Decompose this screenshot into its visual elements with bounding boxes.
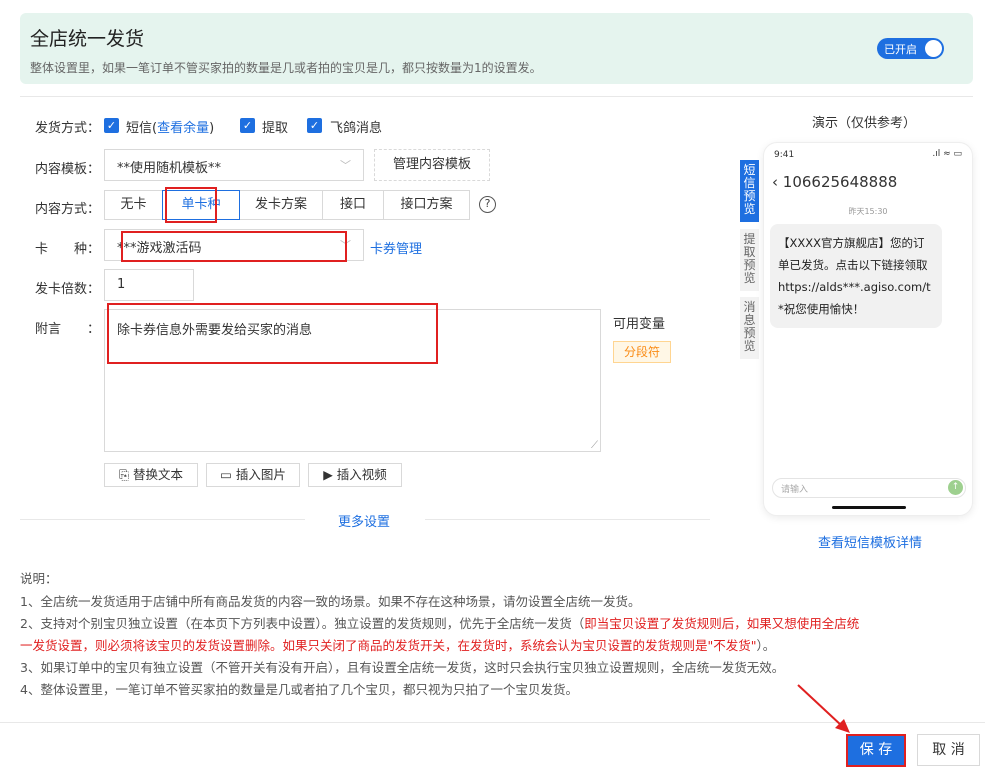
insert-image-button[interactable]: ▭ 插入图片 [206,463,300,487]
pickup-checkbox[interactable]: ✓ [240,118,255,133]
pickup-label: 提取 [262,121,289,136]
toggle-knob [925,40,942,57]
insert-image-label: 插入图片 [235,467,286,482]
phone-preview: 9:41 .ıl ≈ ▭ ‹ 106625648888 昨天15:30 【XXX… [763,142,973,516]
conversation-header: ‹ 106625648888 [772,173,897,191]
mode-no-card[interactable]: 无卡 [104,190,163,220]
insert-video-button[interactable]: ▶ 插入视频 [308,463,402,487]
multiple-input[interactable]: 1 [104,269,194,301]
resize-handle-icon[interactable]: ⟋ [591,440,598,451]
home-indicator [832,506,906,509]
separator-tag[interactable]: 分段符 [613,341,671,363]
sender-number: 106625648888 [782,173,898,191]
mode-card-plan[interactable]: 发卡方案 [239,190,323,220]
sms-label: 短信 [126,121,153,136]
note-line-4: 4、整体设置里，一笔订单不管买家拍的数量是几或者拍了几个宝贝，都只视为只拍了一个… [20,682,578,697]
image-icon: ▭ [220,467,236,482]
preview-title: 演示（仅供参考） [812,116,917,131]
note-line-3: 3、如果订单中的宝贝有独立设置（不管开关有没有开启），且有设置全店统一发货，这时… [20,660,785,675]
template-select[interactable]: **使用随机模板** ﹀ [104,149,364,181]
sms-option: 短信(查看余量) [126,117,214,136]
feige-label: 飞鸽消息 [330,121,383,136]
note-line-2-warning-cont: 一发货设置，则必须将该宝贝的发货设置删除。如果只关闭了商品的发货开关，在发货时，… [20,638,757,653]
note-label: 附言 ： [35,322,101,337]
divider [20,519,305,520]
note-line-2-end: ）。 [756,638,776,653]
highlight-box [121,231,347,262]
note-line-2-cont: 一发货设置，则必须将该宝贝的发货设置删除。如果只关闭了商品的发货开关，在发货时，… [20,635,775,656]
status-icons: .ıl ≈ ▭ [932,149,962,159]
enable-toggle[interactable]: 已开启 [877,38,944,59]
template-select-value: **使用随机模板** [117,161,222,176]
chevron-down-icon: ﹀ [340,159,351,172]
back-arrow-icon[interactable]: ‹ [772,173,783,191]
multiple-value: 1 [117,277,126,292]
video-icon: ▶ [323,467,337,482]
note-line-1: 1、全店统一发货适用于店铺中所有商品发货的内容一致的场景。如果不存在这种场景，请… [20,594,641,609]
variables-label: 可用变量 [613,317,666,332]
feige-checkbox[interactable]: ✓ [307,118,322,133]
toggle-label: 已开启 [884,43,917,56]
settings-banner: 全店统一发货 整体设置里，如果一笔订单不管买家拍的数量是几或者拍的宝贝是几，都只… [20,13,973,84]
input-placeholder: 请输入 [781,485,809,495]
mode-api-plan[interactable]: 接口方案 [383,190,470,220]
replace-text-label: 替换文本 [132,467,183,482]
note-line-2-warning: 即当宝贝设置了发货规则后，如果又想使用全店统 [584,616,860,631]
page-title: 全店统一发货 [30,28,145,50]
replace-text-button[interactable]: ⎘ 替换文本 [104,463,198,487]
replace-icon: ⎘ [119,467,133,482]
page-subtitle: 整体设置里，如果一笔订单不管买家拍的数量是几或者拍的宝贝是几，都只按数量为1的设… [30,61,542,75]
more-settings-link[interactable]: 更多设置 [338,511,390,530]
divider [20,96,973,97]
tab-pickup-preview[interactable]: 提取预览 [740,229,759,291]
cancel-button[interactable]: 取 消 [917,734,980,766]
note-line-2-text: 2、支持对个别宝贝独立设置（在本页下方列表中设置）。独立设置的发货规则，优先于全… [20,616,585,631]
card-manage-link[interactable]: 卡券管理 [370,238,422,257]
annotation-arrow [797,684,850,733]
send-icon: ↑ [948,480,963,495]
template-label: 内容模板： [35,162,101,177]
manage-template-button[interactable]: 管理内容模板 [374,149,490,181]
highlight-box [107,303,438,364]
message-bubble: 【XXXX官方旗舰店】您的订单已发货。点击以下链接领取https://alds*… [770,224,942,328]
tab-sms-preview[interactable]: 短信预览 [740,160,759,222]
highlight-box [165,187,217,223]
paren-close: ) [209,121,215,136]
note-line-2: 2、支持对个别宝贝独立设置（在本页下方列表中设置）。独立设置的发货规则，优先于全… [20,613,859,634]
message-input: 请输入 ↑ [772,478,966,498]
view-template-detail-link[interactable]: 查看短信模板详情 [818,532,922,551]
check-balance-link[interactable]: 查看余量 [157,121,209,136]
insert-video-label: 插入视频 [336,467,387,482]
content-mode-label: 内容方式： [35,202,101,217]
save-button[interactable]: 保 存 [846,734,906,767]
notes-heading: 说明： [20,571,58,586]
card-type-label: 卡 种： [35,242,101,257]
help-icon[interactable]: ? [479,196,496,213]
mode-api[interactable]: 接口 [322,190,384,220]
phone-time: 9:41 [774,150,795,160]
multiple-label: 发卡倍数： [35,282,101,297]
divider [425,519,710,520]
sms-checkbox[interactable]: ✓ [104,118,119,133]
message-date: 昨天15:30 [848,207,888,216]
tab-message-preview[interactable]: 消息预览 [740,297,759,359]
delivery-method-label: 发货方式： [35,121,101,136]
